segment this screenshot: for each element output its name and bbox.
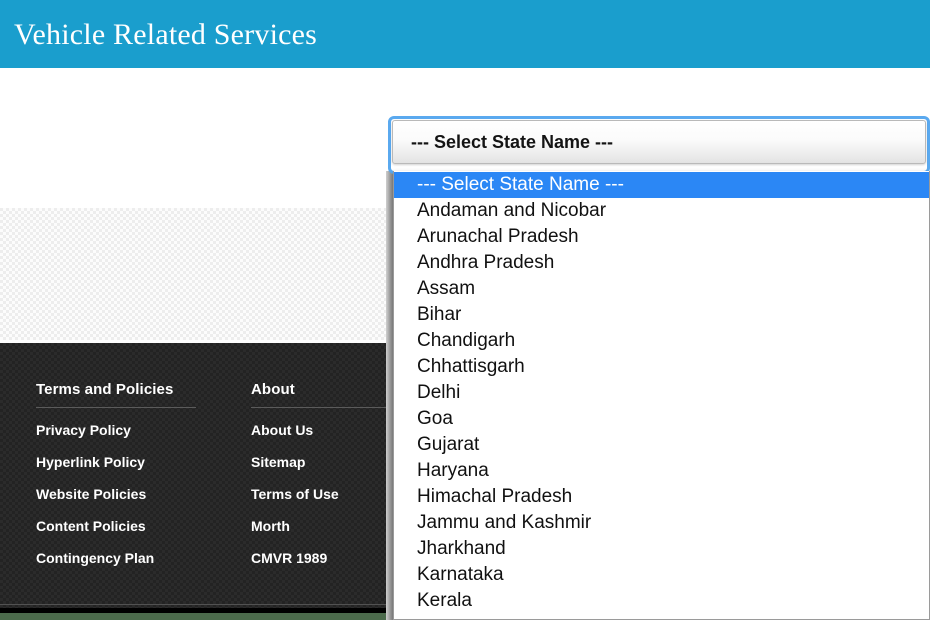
state-option[interactable]: Gujarat <box>394 432 929 458</box>
footer-link-website-policies[interactable]: Website Policies <box>36 486 251 502</box>
footer-column-terms-and-policies: Terms and Policies Privacy Policy Hyperl… <box>36 381 251 582</box>
state-option[interactable]: Andhra Pradesh <box>394 250 929 276</box>
state-option[interactable]: Delhi <box>394 380 929 406</box>
footer-link-privacy-policy[interactable]: Privacy Policy <box>36 422 251 438</box>
footer-link-content-policies[interactable]: Content Policies <box>36 518 251 534</box>
state-option[interactable]: Jharkhand <box>394 536 929 562</box>
state-option[interactable]: Kerala <box>394 588 929 614</box>
state-option[interactable]: Arunachal Pradesh <box>394 224 929 250</box>
state-select-container: --- Select State Name --- <box>388 116 930 176</box>
footer-heading-divider <box>36 407 196 408</box>
footer-link-hyperlink-policy[interactable]: Hyperlink Policy <box>36 454 251 470</box>
state-option[interactable]: Chhattisgarh <box>394 354 929 380</box>
state-option[interactable]: Himachal Pradesh <box>394 484 929 510</box>
state-option[interactable]: Karnataka <box>394 562 929 588</box>
state-option[interactable]: Andaman and Nicobar <box>394 198 929 224</box>
state-name-select[interactable]: --- Select State Name --- <box>392 120 926 164</box>
state-select-dropdown[interactable]: --- Select State Name --- Andaman and Nic… <box>393 171 930 620</box>
state-option[interactable]: Jammu and Kashmir <box>394 510 929 536</box>
state-option[interactable]: Goa <box>394 406 929 432</box>
footer-link-contingency-plan[interactable]: Contingency Plan <box>36 550 251 566</box>
state-option[interactable]: Assam <box>394 276 929 302</box>
state-option-list: --- Select State Name --- Andaman and Nic… <box>394 171 929 614</box>
state-option[interactable]: Chandigarh <box>394 328 929 354</box>
site-header: Vehicle Related Services <box>0 0 930 68</box>
state-option[interactable]: --- Select State Name --- <box>394 172 929 198</box>
footer-column-heading: Terms and Policies <box>36 381 174 398</box>
state-option[interactable]: Haryana <box>394 458 929 484</box>
page-title: Vehicle Related Services <box>14 18 318 51</box>
page-root: Vehicle Related Services Terms and Polic… <box>0 0 930 620</box>
state-option[interactable]: Bihar <box>394 302 929 328</box>
select-selected-value: --- Select State Name --- <box>411 132 614 152</box>
page-scroll-rail[interactable] <box>386 171 393 620</box>
